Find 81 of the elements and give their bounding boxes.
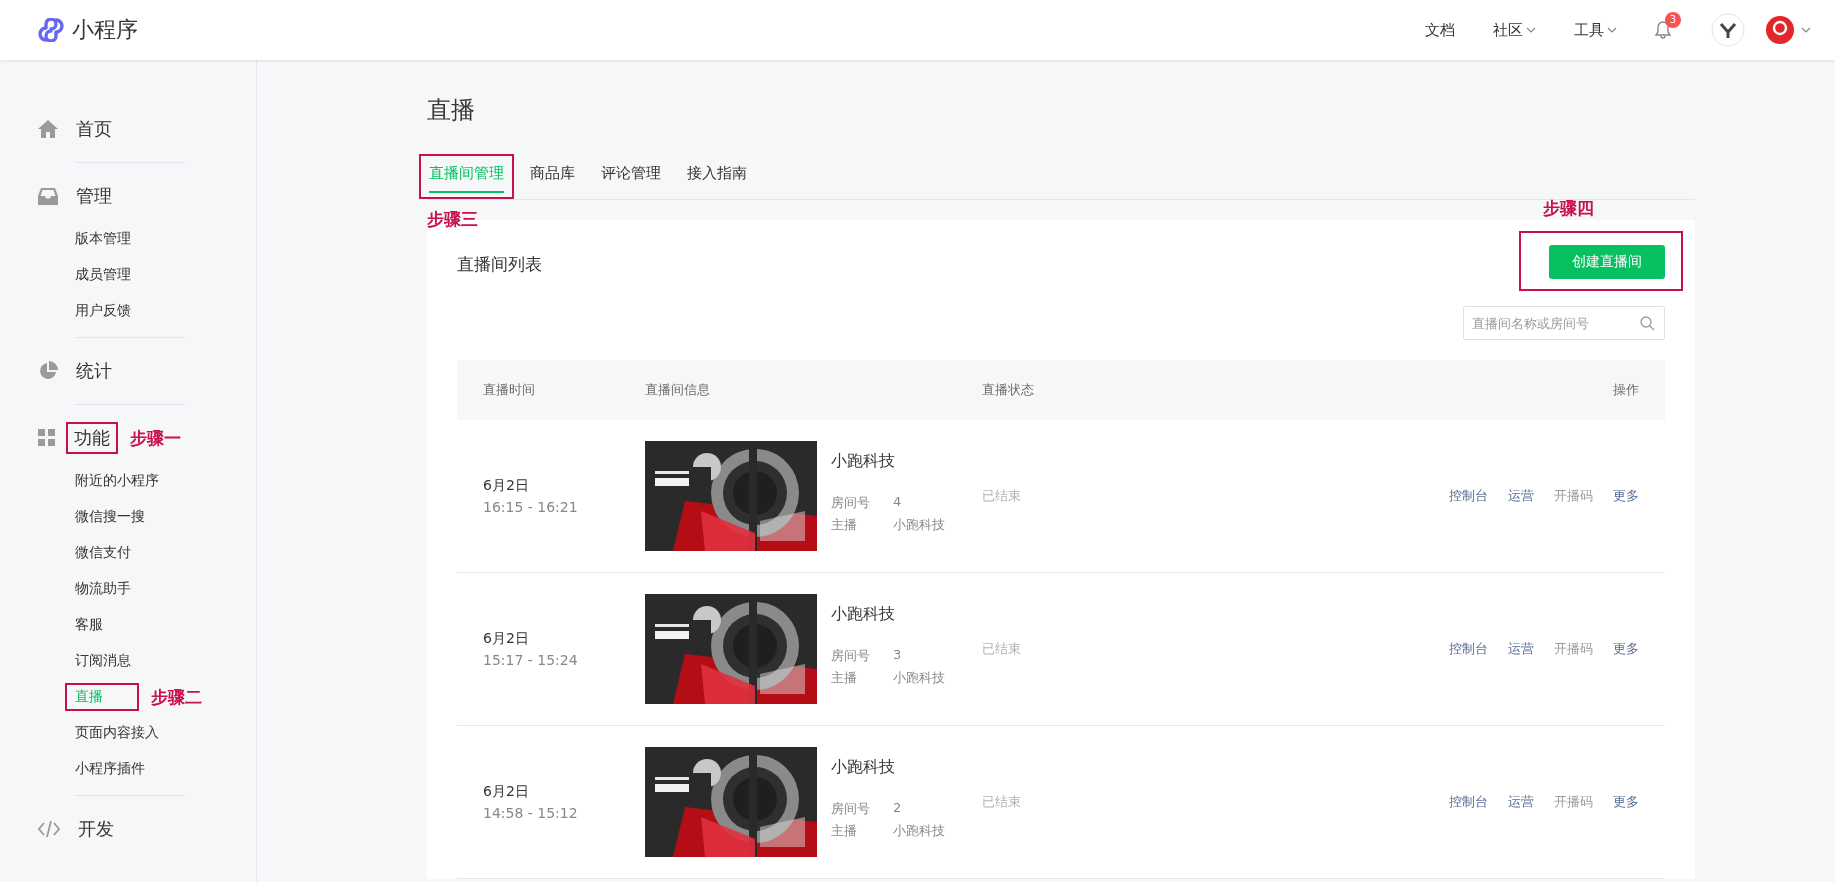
room-number: 3 — [893, 647, 903, 664]
page-title: 直播 — [427, 95, 476, 126]
nav-link[interactable]: 社区 — [1493, 20, 1536, 40]
sidebar-section[interactable]: 功能 — [68, 424, 116, 452]
status-text: 已结束 — [982, 793, 1022, 811]
caret-icon — [1607, 27, 1617, 33]
host-name: 小跑科技 — [893, 669, 945, 687]
avatar-icon[interactable] — [1711, 13, 1745, 47]
tab[interactable]: 接入指南 — [687, 164, 747, 193]
column-header: 直播时间 — [483, 381, 536, 399]
sidebar-item[interactable]: 客服 — [67, 613, 137, 637]
room-label: 房间号 — [831, 647, 871, 665]
status-text: 已结束 — [982, 487, 1022, 505]
sidebar-section[interactable]: 管理 — [70, 182, 118, 210]
sidebar-section[interactable]: 统计 — [70, 357, 118, 385]
action-link[interactable]: 更多 — [1613, 793, 1639, 811]
caret-icon — [1801, 27, 1811, 33]
sidebar-item[interactable]: 版本管理 — [67, 227, 165, 251]
home-icon — [38, 120, 58, 138]
step-annotation: 步骤三 — [427, 208, 478, 231]
nav-link[interactable]: 工具 — [1574, 20, 1617, 40]
date-text: 6月2日 — [483, 630, 530, 648]
step-annotation: 步骤二 — [151, 685, 202, 709]
room-label: 房间号 — [831, 494, 871, 512]
step-annotation: 步骤四 — [1543, 197, 1594, 220]
action-link[interactable]: 运营 — [1508, 487, 1534, 505]
action-link[interactable]: 控制台 — [1449, 793, 1488, 811]
logo-text: 小程序 — [72, 16, 138, 44]
sidebar-item[interactable]: 页面内容接入 — [67, 721, 193, 745]
sidebar-item[interactable]: 微信支付 — [67, 541, 165, 565]
status-text: 已结束 — [982, 640, 1022, 658]
nav-link[interactable]: 文档 — [1425, 20, 1455, 40]
host-label: 主播 — [831, 669, 858, 687]
grid-icon — [38, 429, 56, 447]
action-link[interactable]: 更多 — [1613, 487, 1639, 505]
date-text: 6月2日 — [483, 783, 530, 801]
action-link[interactable]: 运营 — [1508, 640, 1534, 658]
inbox-icon — [38, 187, 58, 205]
avatar-icon[interactable] — [1765, 15, 1795, 45]
room-name: 小跑科技 — [831, 604, 896, 625]
column-header: 直播间信息 — [645, 381, 711, 399]
room-name: 小跑科技 — [831, 451, 896, 472]
sidebar-section[interactable]: 首页 — [70, 115, 118, 143]
sidebar-item[interactable]: 微信搜一搜 — [67, 505, 179, 529]
action-link[interactable]: 控制台 — [1449, 487, 1488, 505]
pie-chart-icon — [38, 361, 58, 381]
search-field[interactable]: 直播间名称或房间号 — [1463, 306, 1665, 340]
sidebar-section[interactable]: 开发 — [72, 815, 120, 843]
search-icon — [1640, 316, 1655, 331]
room-name: 小跑科技 — [831, 757, 896, 778]
tab[interactable]: 商品库 — [530, 164, 575, 193]
bell-icon[interactable] — [1655, 21, 1671, 39]
time-text: 14:58 - 15:12 — [483, 805, 579, 821]
sidebar-item[interactable]: 订阅消息 — [67, 649, 165, 673]
step-annotation: 步骤一 — [130, 426, 181, 450]
sidebar-item[interactable]: 成员管理 — [67, 263, 165, 287]
time-text: 15:17 - 15:24 — [483, 652, 579, 668]
room-label: 房间号 — [831, 800, 871, 818]
time-text: 16:15 - 16:21 — [483, 499, 579, 515]
date-text: 6月2日 — [483, 477, 530, 495]
host-name: 小跑科技 — [893, 822, 945, 840]
sidebar-item[interactable]: 小程序插件 — [67, 757, 179, 781]
action-link[interactable]: 控制台 — [1449, 640, 1488, 658]
action-link[interactable]: 更多 — [1613, 640, 1639, 658]
column-header: 直播状态 — [982, 381, 1035, 399]
column-header: 操作 — [1612, 381, 1639, 399]
sidebar-item[interactable]: 附近的小程序 — [67, 469, 193, 493]
logo-icon — [38, 18, 64, 42]
host-label: 主播 — [831, 822, 858, 840]
code-icon — [38, 820, 60, 838]
tab[interactable]: 评论管理 — [601, 164, 661, 193]
sidebar-item[interactable]: 用户反馈 — [67, 299, 165, 323]
action-link[interactable]: 运营 — [1508, 793, 1534, 811]
host-name: 小跑科技 — [893, 516, 945, 534]
room-number: 2 — [893, 800, 903, 817]
caret-icon — [1526, 27, 1536, 33]
card-title: 直播间列表 — [457, 252, 542, 276]
room-number: 4 — [893, 494, 903, 511]
sidebar-item[interactable]: 物流助手 — [67, 577, 165, 601]
notification-badge: 3 — [1665, 12, 1681, 28]
host-label: 主播 — [831, 516, 858, 534]
